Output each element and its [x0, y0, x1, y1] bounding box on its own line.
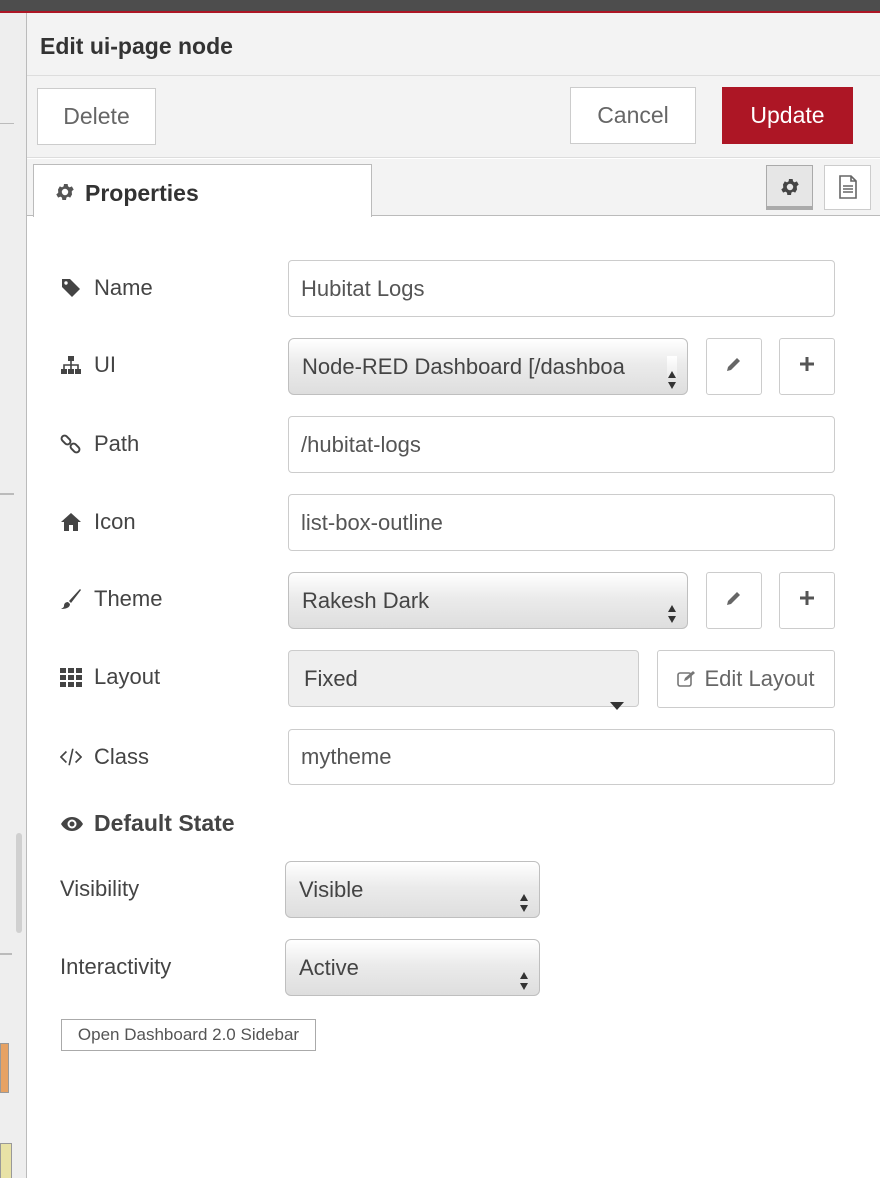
workspace-wire: [0, 123, 14, 124]
edit-layout-label: Edit Layout: [704, 666, 815, 691]
pencil-icon: [725, 589, 743, 612]
select-arrows-icon: [519, 879, 529, 912]
name-label: Name: [60, 275, 153, 301]
plus-icon: [798, 589, 816, 612]
visibility-select-value: Visible: [299, 877, 364, 902]
ui-select-value: Node-RED Dashboard [/dashboa: [302, 354, 625, 379]
name-label-text: Name: [94, 275, 153, 300]
class-label: Class: [60, 744, 149, 770]
layout-label-text: Layout: [94, 664, 161, 689]
select-arrows-icon: [519, 957, 529, 990]
workspace-node[interactable]: [0, 1143, 12, 1178]
workspace-wire: [0, 493, 14, 495]
edit-tray: Edit ui-page node Delete Cancel Update P…: [26, 13, 880, 1178]
eye-icon: [60, 816, 84, 832]
tab-properties-label: Properties: [85, 180, 199, 206]
icon-label-text: Icon: [94, 509, 136, 534]
tab-properties[interactable]: Properties: [33, 164, 372, 217]
tray-header: Edit ui-page node: [27, 13, 880, 76]
tray-toolbar: Delete Cancel Update: [27, 76, 880, 158]
theme-label: Theme: [60, 586, 162, 612]
interactivity-select[interactable]: Active: [285, 939, 540, 996]
workspace-scrollbar[interactable]: [16, 833, 22, 933]
paintbrush-icon: [60, 588, 82, 610]
home-icon: [60, 511, 82, 533]
link-icon: [60, 433, 82, 455]
theme-select-value: Rakesh Dark: [302, 588, 430, 613]
layout-label: Layout: [60, 664, 160, 690]
theme-select[interactable]: Rakesh Dark: [288, 572, 688, 629]
default-state-title: Default State: [94, 810, 235, 836]
code-icon: [60, 746, 82, 768]
tab-settings-button[interactable]: [766, 165, 813, 210]
path-label: Path: [60, 431, 139, 457]
select-arrows-icon: [667, 356, 677, 389]
icon-input[interactable]: list-box-outline: [288, 494, 835, 551]
layout-select[interactable]: Fixed: [288, 650, 639, 710]
visibility-select[interactable]: Visible: [285, 861, 540, 918]
add-theme-button[interactable]: [779, 572, 835, 629]
grid-icon: [60, 666, 82, 688]
description-icon: [837, 175, 859, 204]
tab-description-button[interactable]: [824, 165, 871, 210]
open-sidebar-button[interactable]: Open Dashboard 2.0 Sidebar: [61, 1019, 316, 1051]
ui-label-text: UI: [94, 352, 116, 377]
workspace-node[interactable]: [0, 1043, 9, 1093]
tray-title: Edit ui-page node: [40, 33, 233, 59]
select-arrows-icon: [667, 590, 677, 623]
tray-tabs: Properties: [27, 159, 880, 217]
ui-select[interactable]: Node-RED Dashboard [/dashboa: [288, 338, 688, 395]
layout-select-value: Fixed: [304, 666, 358, 691]
sitemap-icon: [60, 354, 82, 376]
icon-label: Icon: [60, 509, 136, 535]
class-input[interactable]: mytheme: [288, 729, 835, 785]
add-ui-button[interactable]: [779, 338, 835, 395]
path-input[interactable]: /hubitat-logs: [288, 416, 835, 473]
edit-theme-button[interactable]: [706, 572, 762, 629]
visibility-label: Visibility: [60, 876, 140, 901]
ui-label: UI: [60, 352, 116, 378]
plus-icon: [798, 355, 816, 378]
workspace-wire: [0, 953, 12, 955]
interactivity-label: Interactivity: [60, 954, 172, 979]
flow-workspace-edge: [0, 13, 27, 1178]
gear-icon: [779, 176, 801, 203]
delete-button[interactable]: Delete: [37, 88, 156, 145]
theme-label-text: Theme: [94, 586, 163, 611]
tag-icon: [60, 277, 82, 299]
class-label-text: Class: [94, 744, 150, 769]
cancel-button[interactable]: Cancel: [570, 87, 696, 144]
gear-icon: [54, 181, 76, 208]
edit-icon: [677, 670, 697, 688]
edit-layout-button[interactable]: Edit Layout: [657, 650, 835, 708]
update-button[interactable]: Update: [722, 87, 853, 144]
name-input[interactable]: Hubitat Logs: [288, 260, 835, 317]
interactivity-select-value: Active: [299, 955, 359, 980]
caret-down-icon: [610, 675, 624, 730]
pencil-icon: [725, 355, 743, 378]
edit-ui-button[interactable]: [706, 338, 762, 395]
default-state-heading: Default State: [60, 810, 235, 837]
path-label-text: Path: [94, 431, 140, 456]
